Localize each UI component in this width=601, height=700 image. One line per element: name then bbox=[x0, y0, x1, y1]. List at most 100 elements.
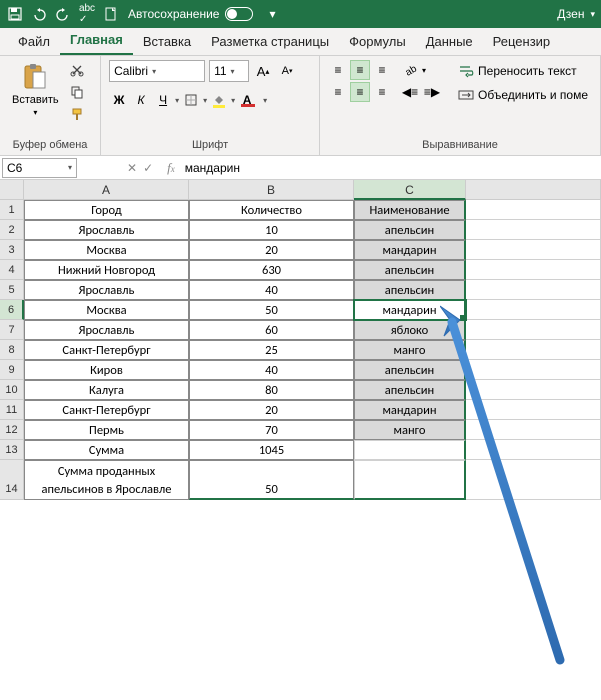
cell[interactable]: Москва bbox=[24, 300, 189, 320]
align-left-button[interactable]: ≡ bbox=[328, 82, 348, 102]
formula-bar[interactable]: мандарин bbox=[181, 161, 601, 175]
cell[interactable]: манго bbox=[354, 340, 466, 360]
paste-button[interactable]: Вставить ▾ bbox=[8, 60, 63, 119]
cut-button[interactable] bbox=[67, 60, 87, 80]
row-header[interactable]: 7 bbox=[0, 320, 24, 340]
tab-insert[interactable]: Вставка bbox=[133, 28, 201, 55]
cell[interactable]: Калуга bbox=[24, 380, 189, 400]
redo-icon[interactable] bbox=[54, 5, 72, 23]
align-top-button[interactable]: ≡ bbox=[328, 60, 348, 80]
decrease-indent-button[interactable]: ◀≡ bbox=[400, 82, 420, 102]
cell[interactable]: Ярославль bbox=[24, 320, 189, 340]
wrap-text-button[interactable]: Переносить текст bbox=[454, 60, 592, 82]
cell[interactable]: Ярославль bbox=[24, 280, 189, 300]
worksheet[interactable]: A B C 1 Город Количество Наименование 2Я… bbox=[0, 180, 601, 700]
cell[interactable] bbox=[466, 200, 601, 220]
select-all-corner[interactable] bbox=[0, 180, 24, 200]
font-color-button[interactable]: A bbox=[237, 90, 257, 110]
cell[interactable]: Количество bbox=[189, 200, 354, 220]
cell[interactable]: манго bbox=[354, 420, 466, 440]
spellcheck-icon[interactable]: abc✓ bbox=[78, 5, 96, 23]
cell[interactable]: Киров bbox=[24, 360, 189, 380]
font-size-combo[interactable]: 11▾ bbox=[209, 60, 249, 82]
cell[interactable]: 80 bbox=[189, 380, 354, 400]
user-dropdown-icon[interactable]: ▾ bbox=[590, 9, 595, 20]
tab-data[interactable]: Данные bbox=[416, 28, 483, 55]
increase-font-button[interactable]: A▴ bbox=[253, 61, 273, 81]
cell[interactable] bbox=[466, 260, 601, 280]
row-header[interactable]: 8 bbox=[0, 340, 24, 360]
col-header-D[interactable] bbox=[466, 180, 601, 200]
cell[interactable] bbox=[466, 460, 601, 500]
row-header[interactable]: 1 bbox=[0, 200, 24, 220]
cell[interactable]: 40 bbox=[189, 360, 354, 380]
cell[interactable]: апельсин bbox=[354, 220, 466, 240]
row-header[interactable]: 3 bbox=[0, 240, 24, 260]
align-middle-button[interactable]: ≡ bbox=[350, 60, 370, 80]
row-header[interactable]: 13 bbox=[0, 440, 24, 460]
row-header[interactable]: 2 bbox=[0, 220, 24, 240]
cell[interactable]: мандарин bbox=[354, 240, 466, 260]
format-painter-button[interactable] bbox=[67, 104, 87, 124]
row-header[interactable]: 4 bbox=[0, 260, 24, 280]
row-header[interactable]: 9 bbox=[0, 360, 24, 380]
cell[interactable]: 40 bbox=[189, 280, 354, 300]
cell[interactable] bbox=[466, 240, 601, 260]
col-header-C[interactable]: C bbox=[354, 180, 466, 200]
tab-formulas[interactable]: Формулы bbox=[339, 28, 416, 55]
cell[interactable] bbox=[354, 440, 466, 460]
cell[interactable]: апельсин bbox=[354, 360, 466, 380]
tab-review[interactable]: Рецензир bbox=[483, 28, 561, 55]
font-name-combo[interactable]: Calibri▾ bbox=[109, 60, 205, 82]
merge-button[interactable]: Объединить и поме bbox=[454, 84, 592, 106]
tab-layout[interactable]: Разметка страницы bbox=[201, 28, 339, 55]
cell[interactable] bbox=[466, 420, 601, 440]
cell[interactable]: 20 bbox=[189, 240, 354, 260]
cell[interactable] bbox=[466, 440, 601, 460]
decrease-font-button[interactable]: A▾ bbox=[277, 61, 297, 81]
new-file-icon[interactable] bbox=[102, 5, 120, 23]
cell[interactable]: апельсин bbox=[354, 260, 466, 280]
cell[interactable]: мандарин bbox=[354, 300, 466, 320]
cell[interactable] bbox=[466, 340, 601, 360]
row-header[interactable]: 6 bbox=[0, 300, 24, 320]
user-name[interactable]: Дзен bbox=[557, 7, 584, 21]
cell[interactable]: 50 bbox=[189, 300, 354, 320]
fx-icon[interactable]: fx bbox=[161, 160, 181, 176]
row-header[interactable]: 14 bbox=[0, 460, 24, 500]
cell[interactable]: Ярославль bbox=[24, 220, 189, 240]
cell[interactable]: мандарин bbox=[354, 400, 466, 420]
cell[interactable]: 70 bbox=[189, 420, 354, 440]
cell[interactable] bbox=[466, 380, 601, 400]
cell[interactable] bbox=[466, 400, 601, 420]
cell[interactable]: 20 bbox=[189, 400, 354, 420]
align-center-button[interactable]: ≡ bbox=[350, 82, 370, 102]
fill-color-button[interactable] bbox=[209, 90, 229, 110]
cell[interactable]: Пермь bbox=[24, 420, 189, 440]
qat-dropdown-icon[interactable]: ▾ bbox=[263, 5, 281, 23]
row-header[interactable]: 5 bbox=[0, 280, 24, 300]
cell[interactable]: Город bbox=[24, 200, 189, 220]
cell[interactable]: 25 bbox=[189, 340, 354, 360]
undo-icon[interactable] bbox=[30, 5, 48, 23]
name-box[interactable]: C6▾ bbox=[2, 158, 77, 178]
align-bottom-button[interactable]: ≡ bbox=[372, 60, 392, 80]
autosave-toggle[interactable] bbox=[225, 7, 253, 21]
cell[interactable] bbox=[466, 320, 601, 340]
cell[interactable] bbox=[466, 360, 601, 380]
row-header[interactable]: 12 bbox=[0, 420, 24, 440]
cell[interactable]: яблоко bbox=[354, 320, 466, 340]
tab-file[interactable]: Файл bbox=[8, 28, 60, 55]
cancel-formula-button[interactable]: ✕ bbox=[127, 161, 137, 175]
cell[interactable] bbox=[466, 280, 601, 300]
cell[interactable] bbox=[466, 300, 601, 320]
cell[interactable]: 60 bbox=[189, 320, 354, 340]
col-header-A[interactable]: A bbox=[24, 180, 189, 200]
cell[interactable]: 10 bbox=[189, 220, 354, 240]
orientation-button[interactable]: ab bbox=[400, 60, 420, 80]
cell[interactable]: апельсин bbox=[354, 280, 466, 300]
cell[interactable] bbox=[354, 460, 466, 500]
borders-button[interactable] bbox=[181, 90, 201, 110]
cell[interactable]: 1045 bbox=[189, 440, 354, 460]
cell[interactable]: апельсин bbox=[354, 380, 466, 400]
